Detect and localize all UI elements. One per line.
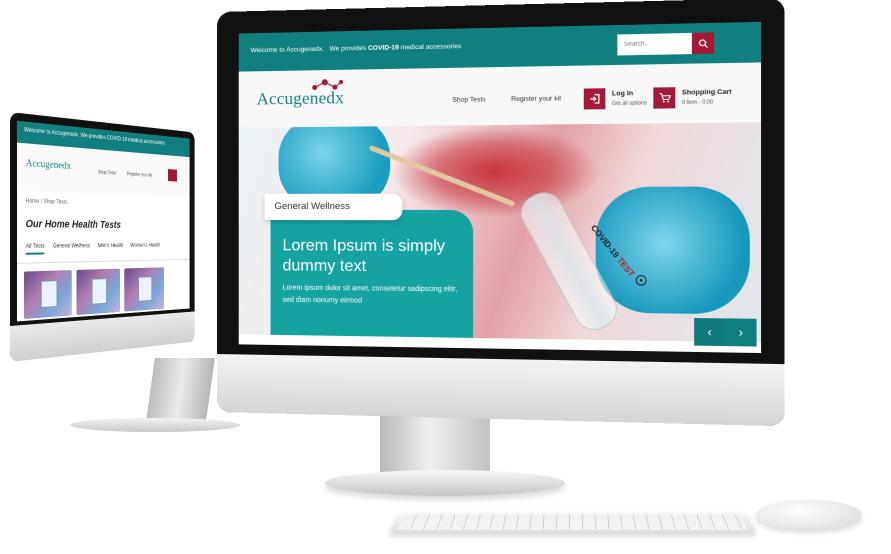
hero-bottom-strip bbox=[238, 334, 762, 354]
site-header: Accugenedx Shop Tests Register your kit … bbox=[238, 62, 762, 128]
cart-title[interactable]: Shopping Cart bbox=[682, 88, 732, 96]
back-logo[interactable]: Accugenedx bbox=[26, 157, 71, 172]
site-logo[interactable]: Accugenedx bbox=[257, 88, 344, 109]
welcome-text: Welcome to Accugenedx. bbox=[250, 45, 325, 55]
back-nav-register[interactable]: Register your kit bbox=[127, 172, 152, 179]
hero-heading: Lorem Ipsum is simply dummy text bbox=[282, 237, 446, 276]
chevron-right-icon: › bbox=[738, 324, 744, 340]
mouse bbox=[756, 500, 862, 530]
back-login-icon[interactable] bbox=[167, 169, 178, 182]
back-section-title: Our Home Health Tests bbox=[25, 218, 121, 231]
search-input[interactable] bbox=[617, 32, 692, 56]
nav-register-kit[interactable]: Register your kit bbox=[511, 95, 561, 103]
slider-prev-button[interactable]: ‹ bbox=[694, 318, 726, 347]
login-subtitle: Get all options bbox=[611, 100, 647, 108]
back-product-grid bbox=[17, 260, 190, 322]
provides-suffix: medical accessories bbox=[400, 42, 462, 52]
back-monitor-bezel: Welcome to Accugenedx. We provides COVID… bbox=[10, 112, 195, 362]
back-tab-womens-health[interactable]: Women's Health bbox=[130, 243, 160, 253]
login-button[interactable] bbox=[583, 88, 606, 110]
front-screen: Welcome to Accugenedx. We provides COVID… bbox=[238, 21, 762, 354]
keyboard bbox=[389, 511, 756, 534]
login-icon bbox=[589, 94, 600, 105]
login-title[interactable]: Log In bbox=[612, 90, 633, 98]
back-tab-mens-health[interactable]: Men's Health bbox=[98, 243, 124, 253]
back-screen: Welcome to Accugenedx. We provides COVID… bbox=[17, 120, 190, 322]
back-nav-shop-tests[interactable]: Shop Tests bbox=[98, 170, 116, 177]
back-monitor-base bbox=[70, 418, 240, 432]
product-image bbox=[40, 280, 58, 309]
front-monitor-chin bbox=[217, 354, 785, 427]
product-image bbox=[91, 278, 107, 305]
cart-summary: 0 Item - 0.00 bbox=[681, 99, 714, 107]
back-tab-general-wellness[interactable]: General Wellness bbox=[53, 244, 90, 255]
cart-button[interactable] bbox=[653, 87, 676, 109]
provides-bold: COVID-19 bbox=[368, 44, 399, 53]
product-card[interactable] bbox=[124, 267, 165, 312]
product-card[interactable] bbox=[76, 268, 120, 316]
hero-card: Lorem Ipsum is simply dummy text Lorem i… bbox=[270, 209, 474, 343]
search-icon bbox=[698, 38, 708, 48]
hero-body: Lorem ipsum dolor sit amet, consetetur s… bbox=[282, 284, 458, 305]
keyboard-keys bbox=[397, 514, 748, 530]
provides-prefix: We provides bbox=[329, 44, 367, 53]
search-button[interactable] bbox=[691, 32, 715, 55]
shopping-cart-icon bbox=[658, 93, 670, 103]
nav-shop-tests[interactable]: Shop Tests bbox=[452, 96, 486, 104]
hero-background-blur bbox=[390, 123, 602, 219]
product-image bbox=[138, 276, 153, 302]
front-monitor: Welcome to Accugenedx. We provides COVID… bbox=[217, 0, 785, 427]
chevron-left-icon: ‹ bbox=[707, 324, 712, 340]
hero-category-tag[interactable]: General Wellness bbox=[264, 193, 403, 221]
product-card[interactable] bbox=[23, 270, 72, 319]
hero-banner: COVID-19 TEST Lorem Ipsum is simply dumm… bbox=[238, 122, 762, 354]
slider-next-button[interactable]: › bbox=[725, 318, 757, 347]
back-tab-all-tests[interactable]: All Tests bbox=[25, 243, 45, 255]
welcome-message: Welcome to Accugenedx. We provides COVID… bbox=[251, 43, 462, 54]
front-monitor-base bbox=[325, 470, 565, 496]
